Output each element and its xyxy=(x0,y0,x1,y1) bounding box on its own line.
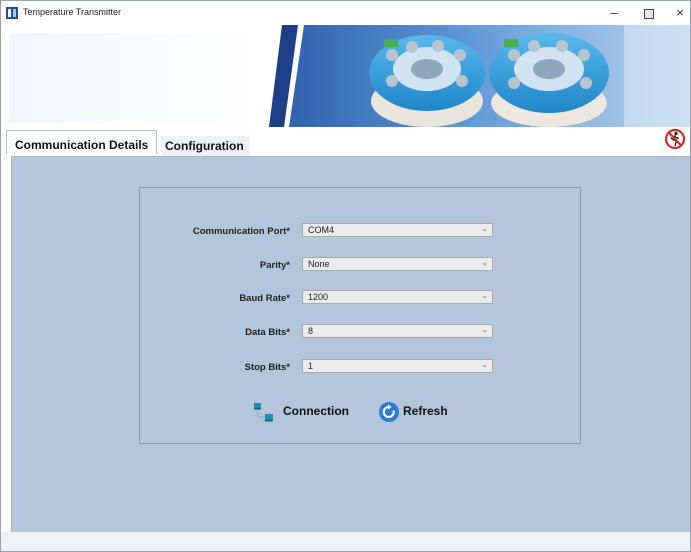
parity-value: None xyxy=(308,259,330,269)
stop-bits-value: 1 xyxy=(308,361,314,371)
header-banner xyxy=(1,25,690,127)
data-bits-select[interactable]: 8 ⌄ xyxy=(302,324,493,338)
tab-configuration[interactable]: Configuration xyxy=(161,136,250,156)
transmitter-product-image xyxy=(264,25,690,127)
refresh-button-label: Refresh xyxy=(403,404,448,418)
app-logo-icon xyxy=(6,7,18,19)
stop-bits-label: Stop Bits* xyxy=(244,362,290,373)
communication-port-label: Communication Port* xyxy=(192,226,290,237)
title-bar[interactable]: Temperature Transmitter – × xyxy=(1,1,690,25)
refresh-icon xyxy=(379,402,399,422)
maximize-button[interactable] xyxy=(636,4,662,22)
parity-select[interactable]: None ⌄ xyxy=(302,257,493,271)
communication-port-value: COM4 xyxy=(308,225,335,235)
chevron-down-icon: ⌄ xyxy=(481,224,488,233)
maximize-icon xyxy=(644,9,654,19)
baud-rate-value: 1200 xyxy=(308,292,329,302)
connection-button-label: Connection xyxy=(283,404,349,418)
app-window: Temperature Transmitter – × Communicatio… xyxy=(0,0,691,552)
chevron-down-icon: ⌄ xyxy=(481,258,488,267)
close-button[interactable]: × xyxy=(667,4,690,22)
stop-bits-select[interactable]: 1 ⌄ xyxy=(302,359,493,373)
parity-label: Parity* xyxy=(259,260,290,271)
exit-icon[interactable] xyxy=(664,127,686,151)
communication-port-select[interactable]: COM4 ⌄ xyxy=(302,223,493,237)
chevron-down-icon: ⌄ xyxy=(481,291,488,300)
baud-rate-label: Baud Rate* xyxy=(239,293,290,304)
window-title: Temperature Transmitter xyxy=(23,7,122,17)
minimize-button[interactable]: – xyxy=(601,4,627,22)
communication-details-panel: Communication Port* COM4 ⌄ Parity* None … xyxy=(11,156,690,533)
chevron-down-icon: ⌄ xyxy=(481,360,488,369)
tab-bar: Communication Details Configuration xyxy=(1,127,690,156)
data-bits-label: Data Bits* xyxy=(245,327,290,338)
status-bar xyxy=(1,532,690,551)
baud-rate-select[interactable]: 1200 ⌄ xyxy=(302,290,493,304)
tab-communication-details[interactable]: Communication Details xyxy=(6,130,158,154)
banner-fade xyxy=(9,33,259,123)
data-bits-value: 8 xyxy=(308,326,314,336)
serial-settings-group: Communication Port* COM4 ⌄ Parity* None … xyxy=(139,187,581,444)
chevron-down-icon: ⌄ xyxy=(481,325,488,334)
network-connection-icon xyxy=(254,403,273,422)
